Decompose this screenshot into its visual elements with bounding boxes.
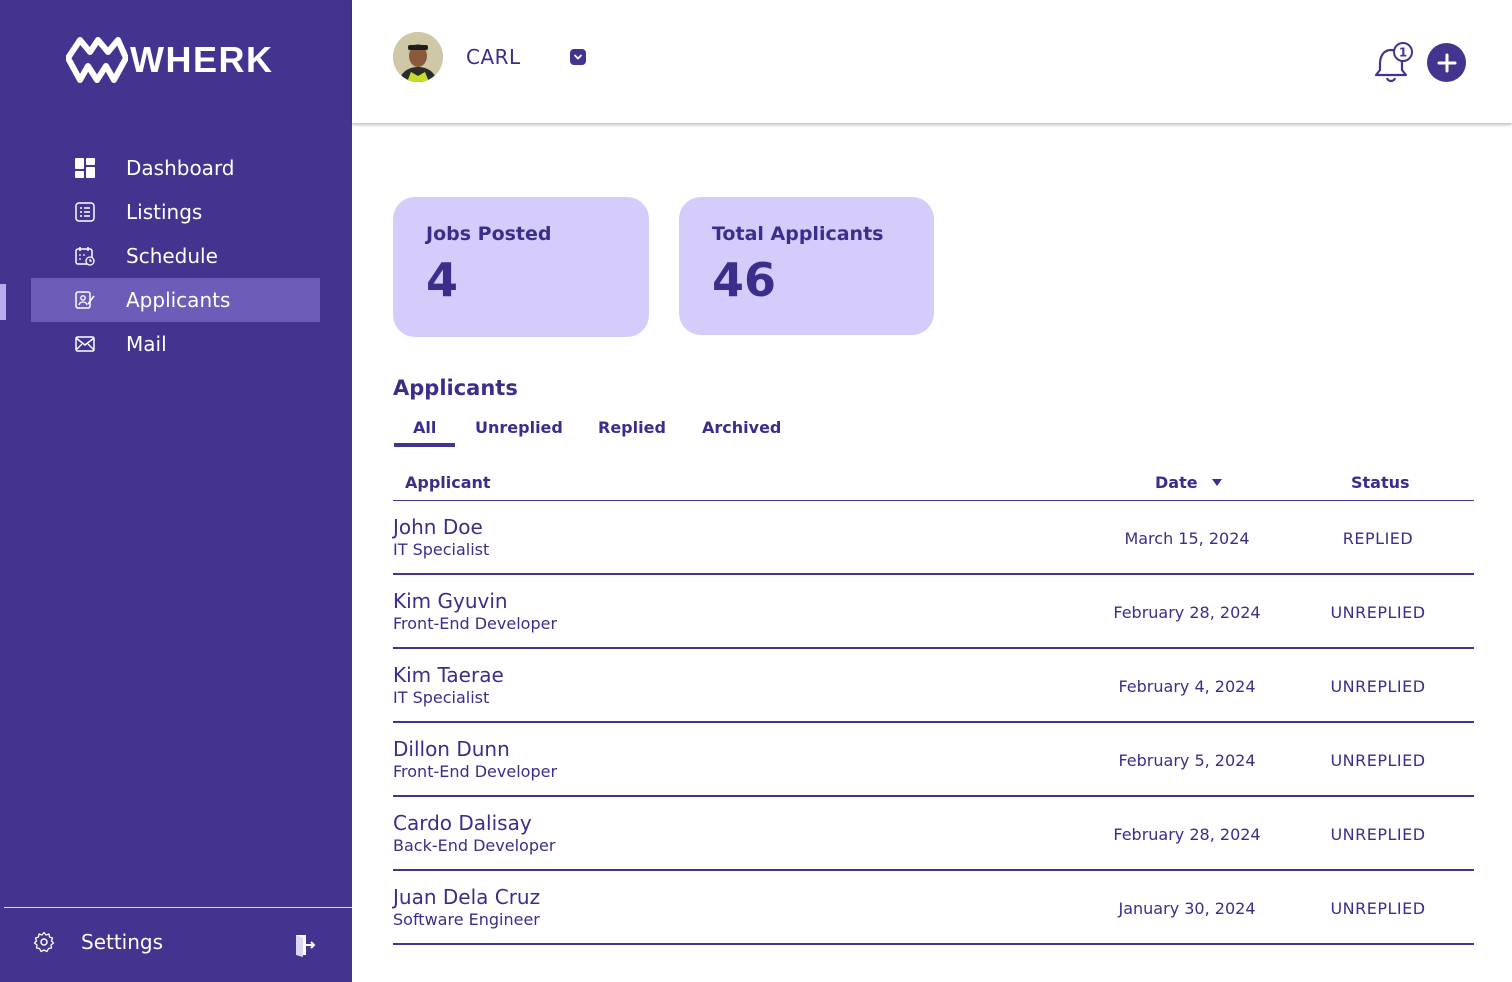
tab-unreplied[interactable]: Unreplied: [475, 418, 563, 437]
sidebar-item-listings[interactable]: Listings: [31, 190, 320, 234]
applicant-name[interactable]: John Doe: [393, 515, 483, 539]
applicant-name[interactable]: Cardo Dalisay: [393, 811, 532, 835]
dashboard-icon: [75, 158, 95, 178]
chevron-down-icon: [573, 54, 583, 60]
table-row[interactable]: Kim Taerae IT Specialist February 4, 202…: [393, 649, 1474, 723]
applicant-status: UNREPLIED: [1330, 603, 1426, 622]
bell-icon: 1: [1374, 42, 1413, 83]
applicant-name[interactable]: Juan Dela Cruz: [393, 885, 540, 909]
applicant-status: REPLIED: [1342, 529, 1414, 548]
sidebar-item-label: Applicants: [126, 288, 231, 312]
jobs-posted-value: 4: [426, 253, 459, 307]
calendar-icon: [75, 246, 95, 266]
section-title: Applicants: [393, 376, 518, 400]
applicant-role: IT Specialist: [393, 540, 490, 559]
column-applicant[interactable]: Applicant: [405, 473, 491, 492]
applicant-status: UNREPLIED: [1330, 751, 1426, 770]
list-icon: [75, 202, 95, 222]
applicant-role: IT Specialist: [393, 688, 490, 707]
applicant-role: Front-End Developer: [393, 614, 558, 633]
add-button[interactable]: [1427, 43, 1466, 82]
settings-label: Settings: [81, 930, 164, 954]
sidebar-item-label: Schedule: [126, 244, 218, 268]
table-row[interactable]: Dillon Dunn Front-End Developer February…: [393, 723, 1474, 797]
notifications-button[interactable]: 1: [1371, 40, 1417, 86]
sidebar-item-schedule[interactable]: Schedule: [31, 234, 320, 278]
settings-button[interactable]: Settings: [33, 930, 163, 954]
notification-badge: 1: [1399, 46, 1407, 60]
brand-logo[interactable]: WHERK: [66, 36, 273, 84]
tab-replied[interactable]: Replied: [598, 418, 666, 437]
sidebar: WHERK Dashboard Listings Schedule Applic…: [0, 0, 352, 982]
table-header: Applicant Date Status: [393, 465, 1474, 501]
sidebar-item-label: Dashboard: [126, 156, 235, 180]
sidebar-item-label: Mail: [126, 332, 167, 356]
user-menu-dropdown[interactable]: [570, 49, 586, 65]
plus-icon: [1437, 53, 1456, 72]
applicant-name[interactable]: Dillon Dunn: [393, 737, 510, 761]
logout-button[interactable]: [294, 933, 316, 957]
sort-down-icon: [1211, 478, 1222, 486]
applicant-date: February 5, 2024: [1118, 751, 1256, 770]
sidebar-divider: [4, 907, 352, 908]
applicant-status: UNREPLIED: [1330, 677, 1426, 696]
applicant-name[interactable]: Kim Taerae: [393, 663, 504, 687]
table-row[interactable]: Juan Dela Cruz Software Engineer January…: [393, 871, 1474, 945]
active-nav-marker: [0, 284, 6, 320]
table-row[interactable]: Cardo Dalisay Back-End Developer Februar…: [393, 797, 1474, 871]
mail-icon: [75, 334, 95, 354]
applicant-date: March 15, 2024: [1124, 529, 1250, 548]
applicant-date: February 28, 2024: [1113, 825, 1261, 844]
avatar[interactable]: [393, 32, 443, 82]
tab-all[interactable]: All: [413, 418, 436, 437]
applicant-role: Software Engineer: [393, 910, 540, 929]
top-header: CARL 1: [352, 0, 1512, 123]
applicant-name[interactable]: Kim Gyuvin: [393, 589, 508, 613]
brand-name: WHERK: [130, 39, 274, 80]
column-status[interactable]: Status: [1351, 473, 1410, 492]
applicants-icon: [75, 290, 95, 310]
gear-icon: [33, 931, 55, 953]
username[interactable]: CARL: [466, 45, 521, 69]
column-date-label: Date: [1155, 473, 1198, 492]
column-date[interactable]: Date: [1155, 473, 1222, 492]
applicant-date: January 30, 2024: [1118, 899, 1256, 918]
active-tab-indicator: [394, 443, 455, 447]
tab-archived[interactable]: Archived: [702, 418, 781, 437]
applicant-status: UNREPLIED: [1330, 825, 1426, 844]
applicant-role: Front-End Developer: [393, 762, 558, 781]
jobs-posted-label: Jobs Posted: [426, 223, 552, 245]
applicant-role: Back-End Developer: [393, 836, 556, 855]
logout-icon: [296, 935, 316, 957]
sidebar-item-mail[interactable]: Mail: [31, 322, 320, 366]
total-applicants-card: Total Applicants 46: [679, 197, 934, 335]
applicant-status: UNREPLIED: [1330, 899, 1426, 918]
total-applicants-label: Total Applicants: [712, 223, 884, 245]
table-row[interactable]: John Doe IT Specialist March 15, 2024 RE…: [393, 501, 1474, 575]
sidebar-item-applicants[interactable]: Applicants: [31, 278, 320, 322]
jobs-posted-card: Jobs Posted 4: [393, 197, 649, 337]
sidebar-item-dashboard[interactable]: Dashboard: [31, 146, 320, 190]
table-row[interactable]: Kim Gyuvin Front-End Developer February …: [393, 575, 1474, 649]
applicants-table: Applicant Date Status John Doe IT Specia…: [393, 465, 1474, 945]
applicant-date: February 28, 2024: [1113, 603, 1261, 622]
sidebar-nav: Dashboard Listings Schedule Applicants M…: [31, 146, 320, 366]
total-applicants-value: 46: [712, 253, 777, 307]
sidebar-item-label: Listings: [126, 200, 203, 224]
wherk-logo-icon: [66, 37, 128, 83]
applicant-date: February 4, 2024: [1118, 677, 1256, 696]
